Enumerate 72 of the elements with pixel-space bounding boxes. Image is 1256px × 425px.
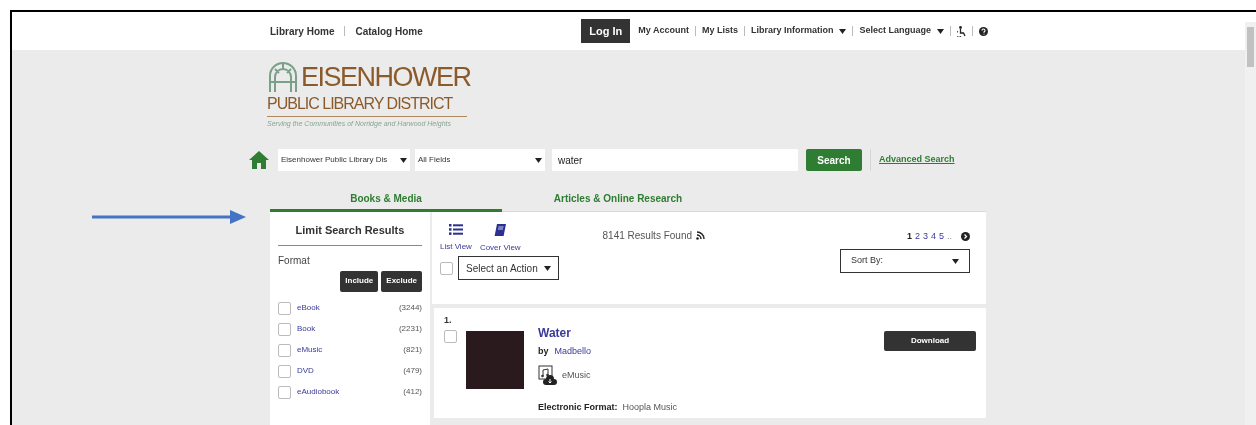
checkbox[interactable] [278,364,291,378]
caret-icon [937,28,944,34]
facet-link[interactable]: DVD [297,365,314,377]
result-number: 1. [444,314,453,327]
advanced-search-link[interactable]: Advanced Search [879,153,955,167]
facet-count: (412) [403,386,422,398]
select-all-checkbox[interactable] [440,261,453,275]
nav-link[interactable]: Library Home [270,23,335,39]
facet-link[interactable]: Book [297,323,316,335]
facet-count: (821) [403,344,422,356]
home-icon[interactable] [248,150,270,170]
field-select[interactable]: All Fields [415,149,545,171]
checkbox[interactable] [278,385,291,399]
nav-link[interactable]: Catalog Home [355,23,423,39]
view-option[interactable]: Cover View [479,224,521,254]
by-label: by [538,345,549,358]
page-link[interactable]: 1 [906,230,912,244]
tab[interactable]: Articles & Online Research [502,187,734,212]
include-button[interactable]: Include [340,270,379,292]
accessibility-icon[interactable] [957,25,966,37]
music-download-icon [538,364,558,387]
arch-logo-icon [267,62,299,92]
list-icon [448,224,463,235]
page-link[interactable]: 3 [922,230,928,244]
checkbox[interactable] [278,343,291,357]
pagination-ellipsis: .. [947,230,952,243]
page-link[interactable]: 2 [914,230,920,244]
caret-icon [543,265,551,271]
action-select[interactable]: Select an Action [458,256,559,280]
nav-link[interactable]: Select Language [859,24,944,38]
scrollbar[interactable] [1245,22,1256,425]
facet-link[interactable]: eMusic [297,344,323,356]
facet-link[interactable]: eAudiobook [297,386,340,398]
caret-icon [400,157,407,163]
logo-subtitle: PUBLIC LIBRARY DISTRICT [267,92,467,117]
search-field[interactable]: water [552,149,798,171]
nav-link[interactable]: My Account [638,24,689,38]
nav-link[interactable]: My Lists [701,24,738,38]
format-label: eMusic [562,368,591,382]
detail-label: Electronic Format: [538,400,618,414]
view-option[interactable]: List View [440,224,472,254]
facet-count: (479) [403,365,422,377]
login-button[interactable]: Log In [581,19,631,43]
facet-count: (2231) [398,323,422,335]
library-select[interactable]: Eisenhower Public Library Dis [278,149,410,171]
rss-icon[interactable] [696,231,706,240]
nav-link[interactable]: Library Information [750,24,847,38]
checkbox[interactable] [278,322,291,336]
panel-title: Limit Search Results [278,222,422,246]
results-count: 8141 Results Found [602,229,693,243]
detail-value: Hoopla Music [622,400,678,414]
album-cover-placeholder [466,331,524,389]
facet-count: (3244) [398,302,422,314]
book-icon [494,224,507,236]
search-button[interactable]: Search [806,149,862,171]
facet-link[interactable]: eBook [297,302,320,314]
download-button[interactable]: Download [884,331,976,351]
page-link[interactable]: 4 [930,230,936,244]
caret-icon [535,157,542,163]
help-icon[interactable] [979,26,988,36]
caret-icon [839,28,847,34]
facet-label: Format [278,253,311,268]
result-title[interactable]: Water [538,324,876,342]
checkbox[interactable] [278,301,291,315]
checkbox[interactable] [444,329,457,343]
next-page-icon[interactable] [961,232,970,242]
author-link[interactable]: Madbello [554,345,592,359]
caret-icon [952,258,959,264]
logo-name: EISENHOWER [301,62,471,92]
page-link[interactable]: 5 [938,230,944,244]
sort-select[interactable]: Sort By: [840,249,970,273]
exclude-button[interactable]: Exclude [381,270,422,292]
